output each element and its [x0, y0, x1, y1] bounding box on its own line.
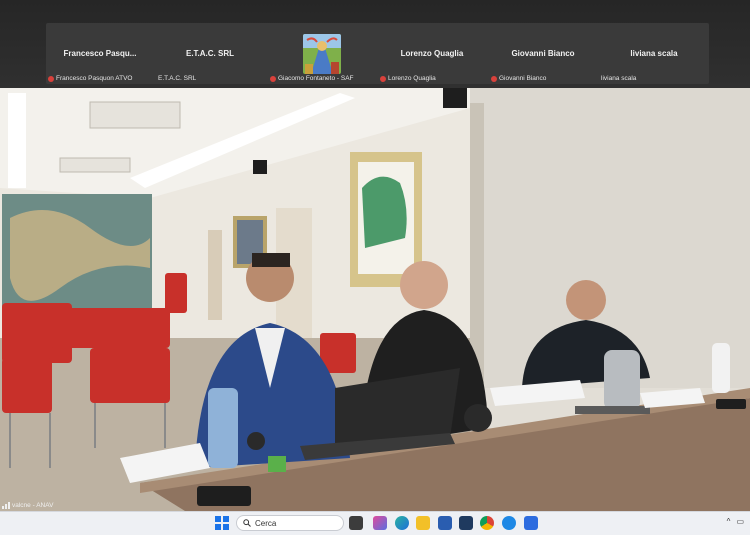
app-icon[interactable] — [502, 516, 516, 530]
caption-text: Lorenzo Quaglia — [388, 75, 436, 82]
self-view-text: valcne - ANAV — [12, 502, 54, 509]
participant-caption: liviana scala — [601, 75, 636, 82]
participant-caption: E.T.A.C. SRL — [158, 75, 196, 82]
mic-off-icon — [380, 75, 386, 82]
zoom-icon[interactable] — [524, 516, 538, 530]
caption-text: Giacomo Fontaneto - SAF — [278, 75, 354, 82]
participant-name: Lorenzo Quaglia — [400, 49, 464, 58]
widgets-icon[interactable] — [373, 516, 387, 530]
participant-name: Francesco Pasqu... — [63, 49, 137, 58]
network-icon[interactable]: ▭ — [736, 517, 744, 526]
mic-off-icon — [491, 75, 497, 82]
signal-icon — [2, 502, 10, 509]
caption-text: liviana scala — [601, 75, 637, 82]
caption-text: Giovanni Bianco — [499, 75, 547, 82]
windows-taskbar: Cerca ^ ▭ — [0, 511, 750, 535]
system-tray: ^ ▭ — [727, 517, 744, 526]
participant-caption: Giovanni Bianco — [491, 75, 546, 82]
meeting-room-scene — [0, 88, 750, 511]
app-icon[interactable] — [459, 516, 473, 530]
participant-caption: Lorenzo Quaglia — [380, 75, 436, 82]
chrome-icon[interactable] — [480, 516, 494, 530]
mic-off-icon — [48, 75, 54, 82]
search-placeholder: Cerca — [255, 518, 277, 528]
file-explorer-icon[interactable] — [416, 516, 430, 530]
participants-bar: Francesco Pasqu... E.T.A.C. SRL Lorenzo … — [0, 0, 750, 88]
edge-browser-icon[interactable] — [395, 516, 409, 530]
caption-text: Francesco Pasquon ATVO — [56, 75, 133, 82]
self-view-label: valcne - ANAV — [2, 502, 53, 509]
caption-text: E.T.A.C. SRL — [158, 75, 197, 82]
windows-start-icon[interactable] — [215, 516, 229, 530]
participant-name: Giovanni Bianco — [511, 49, 575, 58]
participant-caption: Francesco Pasquon ATVO — [48, 75, 132, 82]
task-view-icon[interactable] — [349, 516, 363, 530]
participant-name: E.T.A.C. SRL — [185, 49, 234, 58]
taskbar-search[interactable]: Cerca — [236, 515, 344, 531]
participant-avatar — [303, 34, 341, 74]
search-icon — [243, 519, 251, 527]
tray-chevron-icon[interactable]: ^ — [727, 517, 731, 526]
mic-off-icon — [270, 75, 276, 82]
store-icon[interactable] — [438, 516, 452, 530]
participant-name: liviana scala — [630, 49, 678, 58]
main-video-feed: valcne - ANAV — [0, 88, 750, 511]
participant-caption: Giacomo Fontaneto - SAF — [270, 75, 354, 82]
